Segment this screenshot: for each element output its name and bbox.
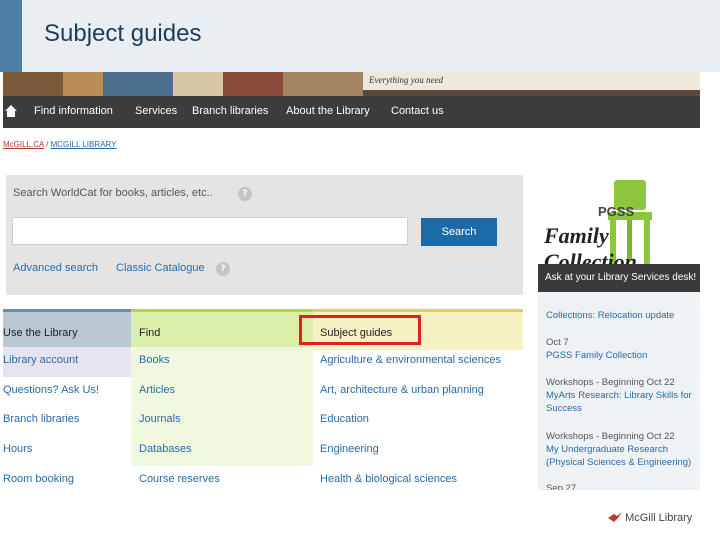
- breadcrumb-root[interactable]: McGILL.CA: [3, 140, 44, 149]
- link-label: Art, architecture & urban planning: [320, 384, 484, 396]
- breadcrumb-current[interactable]: MCGILL LIBRARY: [51, 140, 117, 149]
- breadcrumb-separator: /: [46, 140, 49, 149]
- column-header-find[interactable]: Find: [131, 309, 313, 350]
- link-label: Journals: [139, 413, 181, 425]
- news-item[interactable]: Workshops - Beginning Oct 22 MyArts Rese…: [546, 376, 698, 415]
- slide-title-bar: Subject guides: [0, 0, 720, 72]
- link-ask-us[interactable]: Questions? Ask Us!: [3, 377, 131, 407]
- link-journals[interactable]: Journals: [131, 406, 313, 436]
- link-label: Articles: [139, 384, 176, 396]
- link-label: Engineering: [320, 443, 379, 455]
- news-link: My Undergraduate Research (Physical Scie…: [546, 444, 692, 468]
- search-label: Search WorldCat for books, articles, etc…: [13, 187, 213, 199]
- link-label: Hours: [3, 443, 33, 455]
- nav-services[interactable]: Services: [135, 105, 177, 117]
- link-label: Room booking: [3, 473, 74, 485]
- search-help-icon[interactable]: ?: [238, 187, 252, 201]
- nav-contact-us[interactable]: Contact us: [391, 105, 444, 117]
- news-link: MyArts Research: Library Skills for Succ…: [546, 390, 692, 414]
- link-label: Books: [139, 354, 170, 366]
- search-button[interactable]: Search: [421, 218, 497, 246]
- link-library-account[interactable]: Library account: [3, 347, 131, 377]
- news-link: Collections: Relocation update: [546, 310, 675, 321]
- home-icon[interactable]: [5, 105, 17, 117]
- footer-logo-text: McGill Library: [625, 512, 693, 524]
- link-engineering[interactable]: Engineering: [313, 436, 523, 466]
- footer-logo: McGill Library: [608, 512, 692, 524]
- nav-branch-libraries[interactable]: Branch libraries: [192, 105, 268, 117]
- news-item[interactable]: Collections: Relocation update: [546, 309, 674, 322]
- classic-catalogue-link[interactable]: Classic Catalogue: [116, 262, 205, 274]
- advanced-search-link[interactable]: Advanced search: [13, 262, 98, 274]
- link-education[interactable]: Education: [313, 406, 523, 436]
- library-homepage-screenshot: Everything you need Find information Ser…: [3, 72, 700, 490]
- catalogue-help-icon[interactable]: ?: [216, 262, 230, 276]
- banner-tagline: Everything you need: [363, 72, 700, 90]
- news-link: PGSS Family Collection: [546, 350, 648, 361]
- link-hours[interactable]: Hours: [3, 436, 131, 466]
- link-label: Library account: [3, 354, 79, 366]
- column-find: Find Books Articles Journals Databases C…: [131, 309, 313, 490]
- link-articles[interactable]: Articles: [131, 377, 313, 407]
- column-use-the-library: Use the Library Library account Question…: [3, 309, 131, 490]
- news-date: Workshops - Beginning Oct 22: [546, 377, 675, 388]
- link-books[interactable]: Books: [131, 347, 313, 377]
- nav-about-the-library[interactable]: About the Library: [286, 105, 370, 117]
- link-course-reserves[interactable]: Course reserves: [131, 466, 313, 490]
- family-collection-promo[interactable]: PGSS Family Collection: [538, 176, 700, 274]
- link-label: Course reserves: [139, 473, 220, 485]
- news-date: Workshops - Beginning Oct 22: [546, 431, 675, 442]
- news-item[interactable]: Workshops - Beginning Oct 22 My Undergra…: [546, 430, 698, 469]
- nav-find-information[interactable]: Find information: [34, 105, 113, 117]
- news-list: Collections: Relocation update Oct 7 PGS…: [538, 292, 700, 490]
- search-input[interactable]: [12, 217, 408, 245]
- martlet-icon: [608, 512, 622, 522]
- column-header-use-the-library[interactable]: Use the Library: [3, 309, 131, 350]
- link-branch-libraries[interactable]: Branch libraries: [3, 406, 131, 436]
- link-art-architecture[interactable]: Art, architecture & urban planning: [313, 377, 523, 407]
- link-label: Health & biological sciences: [320, 473, 457, 485]
- link-label: Education: [320, 413, 369, 425]
- link-label: Branch libraries: [3, 413, 80, 425]
- title-accent-bar: [0, 0, 22, 72]
- link-label: Questions? Ask Us!: [3, 384, 99, 396]
- link-label: Agriculture & environmental sciences: [320, 354, 501, 366]
- main-nav: Find information Services Branch librari…: [3, 96, 700, 128]
- link-databases[interactable]: Databases: [131, 436, 313, 466]
- ask-services-bar[interactable]: Ask at your Library Services desk!: [538, 264, 700, 292]
- link-agriculture[interactable]: Agriculture & environmental sciences: [313, 347, 523, 377]
- link-health-biological[interactable]: Health & biological sciences: [313, 466, 523, 490]
- breadcrumb: McGILL.CA / MCGILL LIBRARY: [3, 140, 116, 149]
- news-date: Sep 27: [546, 483, 577, 490]
- promo-pgss: PGSS: [598, 204, 635, 219]
- link-room-booking[interactable]: Room booking: [3, 466, 131, 490]
- news-date: Oct 7: [546, 337, 569, 348]
- worldcat-search-panel: Search WorldCat for books, articles, etc…: [6, 175, 523, 295]
- news-item[interactable]: Oct 7 PGSS Family Collection: [546, 336, 647, 362]
- header-banner: Everything you need: [3, 72, 700, 96]
- link-label: Databases: [139, 443, 192, 455]
- news-item[interactable]: Sep 27: [546, 482, 576, 490]
- slide-title: Subject guides: [44, 20, 202, 47]
- subject-guides-highlight-box: [299, 315, 421, 345]
